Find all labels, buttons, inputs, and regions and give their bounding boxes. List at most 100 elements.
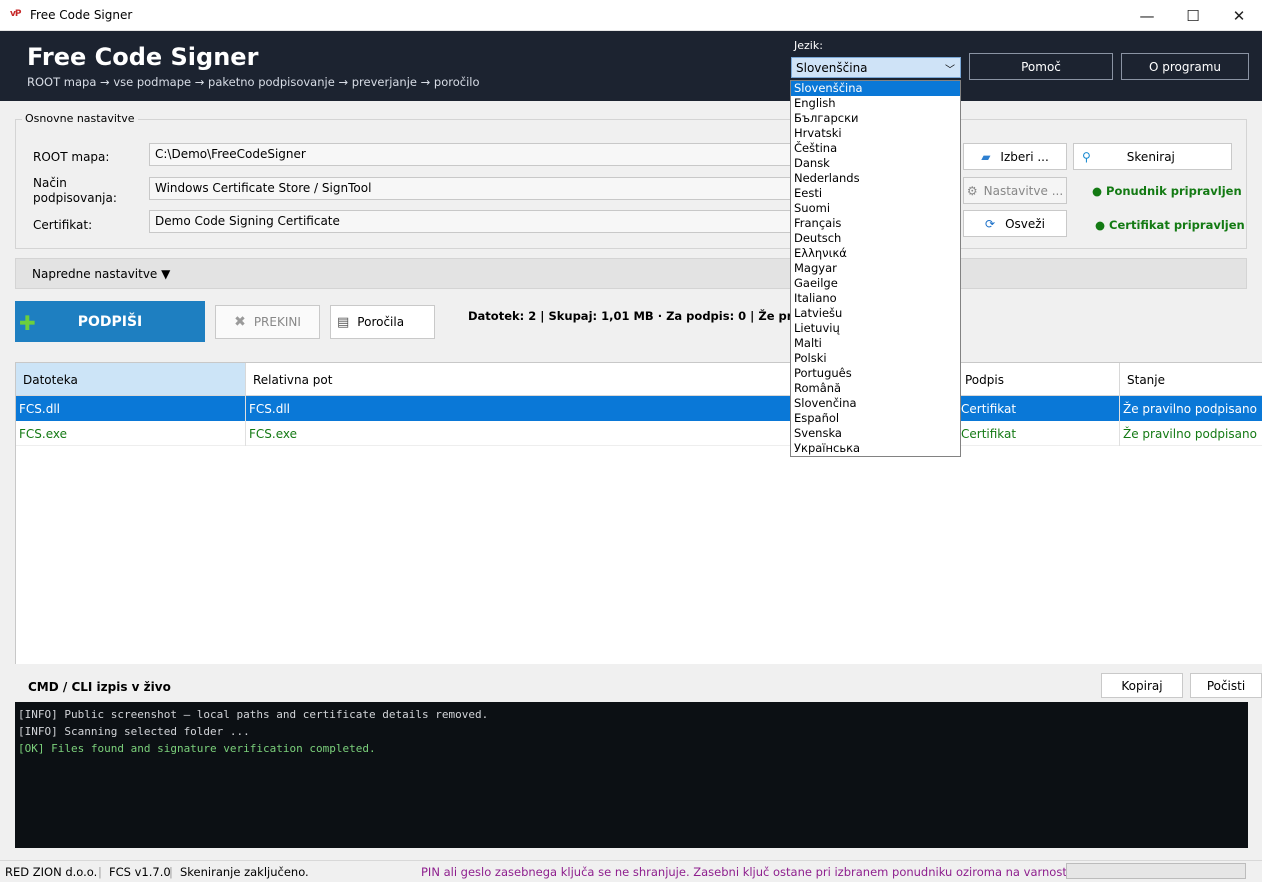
app-subtitle: ROOT mapa → vse podmape → paketno podpis… <box>27 75 480 89</box>
signing-method-label: Način podpisovanja: <box>33 176 117 206</box>
folder-icon: ▰ <box>981 149 991 164</box>
cell-state: Že pravilno podpisano <box>1120 396 1262 421</box>
scan-button[interactable]: ⚲ Skeniraj <box>1073 143 1232 170</box>
language-option[interactable]: Svenska <box>791 426 960 441</box>
provider-settings-button-label: Nastavitve ... <box>983 183 1064 198</box>
column-header-state[interactable]: Stanje <box>1120 363 1262 396</box>
company-name: RED ZION d.o.o. <box>5 865 98 879</box>
gear-icon: ⚙ <box>966 183 978 198</box>
console-output[interactable]: [INFO] Public screenshot – local paths a… <box>15 702 1248 848</box>
copy-button[interactable]: Kopiraj <box>1101 673 1183 698</box>
language-option[interactable]: Українська <box>791 441 960 456</box>
language-option[interactable]: Polski <box>791 351 960 366</box>
cell-signature: Certifikat <box>958 396 1120 421</box>
window-titlebar: vP Free Code Signer — ☐ ✕ <box>0 0 1262 31</box>
language-option[interactable]: Français <box>791 216 960 231</box>
column-header-file[interactable]: Datoteka <box>16 363 246 396</box>
log-line: [INFO] Public screenshot – local paths a… <box>18 708 489 721</box>
log-line: [OK] Files found and signature verificat… <box>18 742 376 755</box>
progress-bar <box>1066 863 1246 879</box>
language-label: Jezik: <box>794 39 823 52</box>
refresh-button[interactable]: ⟳ Osveži <box>963 210 1067 237</box>
root-folder-label: ROOT mapa: <box>33 150 110 164</box>
status-divider: | <box>98 865 102 879</box>
app-header: Free Code Signer ROOT mapa → vse podmape… <box>0 31 1262 101</box>
console-scrollbar[interactable] <box>1248 702 1262 848</box>
scan-button-label: Skeniraj <box>1126 149 1175 164</box>
language-option[interactable]: Nederlands <box>791 171 960 186</box>
browse-button[interactable]: ▰ Izberi ... <box>963 143 1067 170</box>
document-icon: ▤ <box>337 314 350 330</box>
provider-settings-button[interactable]: ⚙ Nastavitve ... <box>963 177 1067 204</box>
browse-button-label: Izberi ... <box>1000 149 1049 164</box>
language-dropdown-list[interactable]: Slovenščina English Български Hrvatski Češti… <box>790 80 961 457</box>
language-select[interactable]: Slovenščina ﹀ <box>791 57 961 78</box>
language-option[interactable]: Slovenčina <box>791 396 960 411</box>
language-option[interactable]: Malti <box>791 336 960 351</box>
column-header-signature[interactable]: Podpis <box>958 363 1120 396</box>
cancel-button-label: PREKINI <box>253 315 301 329</box>
cell-state: Že pravilno podpisano <box>1120 421 1262 446</box>
advanced-settings-toggle[interactable]: Napredne nastavitve ▼ <box>15 258 1247 289</box>
signing-method-label-line1: Način <box>33 176 67 190</box>
window-title: Free Code Signer <box>30 8 133 22</box>
app-version: FCS v1.7.0 <box>109 865 171 879</box>
status-text: Skeniranje zaključeno. <box>180 865 309 879</box>
language-option[interactable]: Gaeilge <box>791 276 960 291</box>
language-option[interactable]: Español <box>791 411 960 426</box>
table-row[interactable]: FCS.exe FCS.exe Certifikat Že pravilno p… <box>16 421 1262 446</box>
cancel-button[interactable]: ✖ PREKINI <box>215 305 320 339</box>
cell-signature: Certifikat <box>958 421 1120 446</box>
cell-file: FCS.dll <box>16 396 246 421</box>
certificate-status: ● Certifikat pripravljen <box>1095 218 1245 232</box>
language-option[interactable]: Português <box>791 366 960 381</box>
language-option[interactable]: Hrvatski <box>791 126 960 141</box>
maximize-button[interactable]: ☐ <box>1170 0 1216 31</box>
plus-icon: ✚ <box>19 311 36 335</box>
language-option[interactable]: Deutsch <box>791 231 960 246</box>
language-option[interactable]: Dansk <box>791 156 960 171</box>
clear-button[interactable]: Počisti <box>1190 673 1262 698</box>
status-divider: | <box>169 865 173 879</box>
file-grid[interactable]: Datoteka Relativna pot Podpis Stanje FCS… <box>15 362 1262 664</box>
about-button[interactable]: O programu <box>1121 53 1249 80</box>
refresh-icon: ⟳ <box>985 216 996 231</box>
language-option[interactable]: Ελληνικά <box>791 246 960 261</box>
reports-button[interactable]: ▤ Poročila <box>330 305 435 339</box>
help-button[interactable]: Pomoč <box>969 53 1113 80</box>
sign-button-label: PODPIŠI <box>77 313 143 330</box>
basic-settings-legend: Osnovne nastavitve <box>22 112 138 125</box>
chevron-down-icon: ﹀ <box>945 65 955 76</box>
status-bar: RED ZION d.o.o. | FCS v1.7.0 | Skeniranj… <box>0 860 1262 882</box>
reports-button-label: Poročila <box>357 315 405 329</box>
language-option[interactable]: English <box>791 96 960 111</box>
language-option[interactable]: Lietuvių <box>791 321 960 336</box>
refresh-button-label: Osveži <box>1005 216 1045 231</box>
language-option[interactable]: Čeština <box>791 141 960 156</box>
language-option[interactable]: Български <box>791 111 960 126</box>
signing-method-label-line2: podpisovanja: <box>33 191 117 205</box>
language-option[interactable]: Suomi <box>791 201 960 216</box>
language-option[interactable]: Română <box>791 381 960 396</box>
provider-status: ● Ponudnik pripravljen <box>1092 184 1242 198</box>
language-option[interactable]: Magyar <box>791 261 960 276</box>
search-icon: ⚲ <box>1082 149 1091 164</box>
close-button[interactable]: ✕ <box>1216 0 1262 31</box>
security-warning: PIN ali geslo zasebnega ključa se ne shr… <box>421 865 1129 879</box>
language-option[interactable]: Eesti <box>791 186 960 201</box>
language-select-value: Slovenščina <box>796 61 868 75</box>
sign-button[interactable]: ✚ PODPIŠI <box>15 301 205 342</box>
app-name: Free Code Signer <box>27 43 259 71</box>
console-title: CMD / CLI izpis v živo <box>28 680 171 694</box>
language-option[interactable]: Italiano <box>791 291 960 306</box>
cell-file: FCS.exe <box>16 421 246 446</box>
language-option[interactable]: Latviešu <box>791 306 960 321</box>
app-icon: vP <box>10 9 22 19</box>
log-line: [INFO] Scanning selected folder ... <box>18 725 250 738</box>
console-header: CMD / CLI izpis v živo Kopiraj Počisti <box>15 670 1262 702</box>
cancel-icon: ✖ <box>234 314 246 330</box>
table-row[interactable]: FCS.dll FCS.dll Certifikat Že pravilno p… <box>16 396 1262 421</box>
minimize-button[interactable]: — <box>1124 0 1170 31</box>
certificate-label: Certifikat: <box>33 218 93 232</box>
language-option[interactable]: Slovenščina <box>791 81 960 96</box>
